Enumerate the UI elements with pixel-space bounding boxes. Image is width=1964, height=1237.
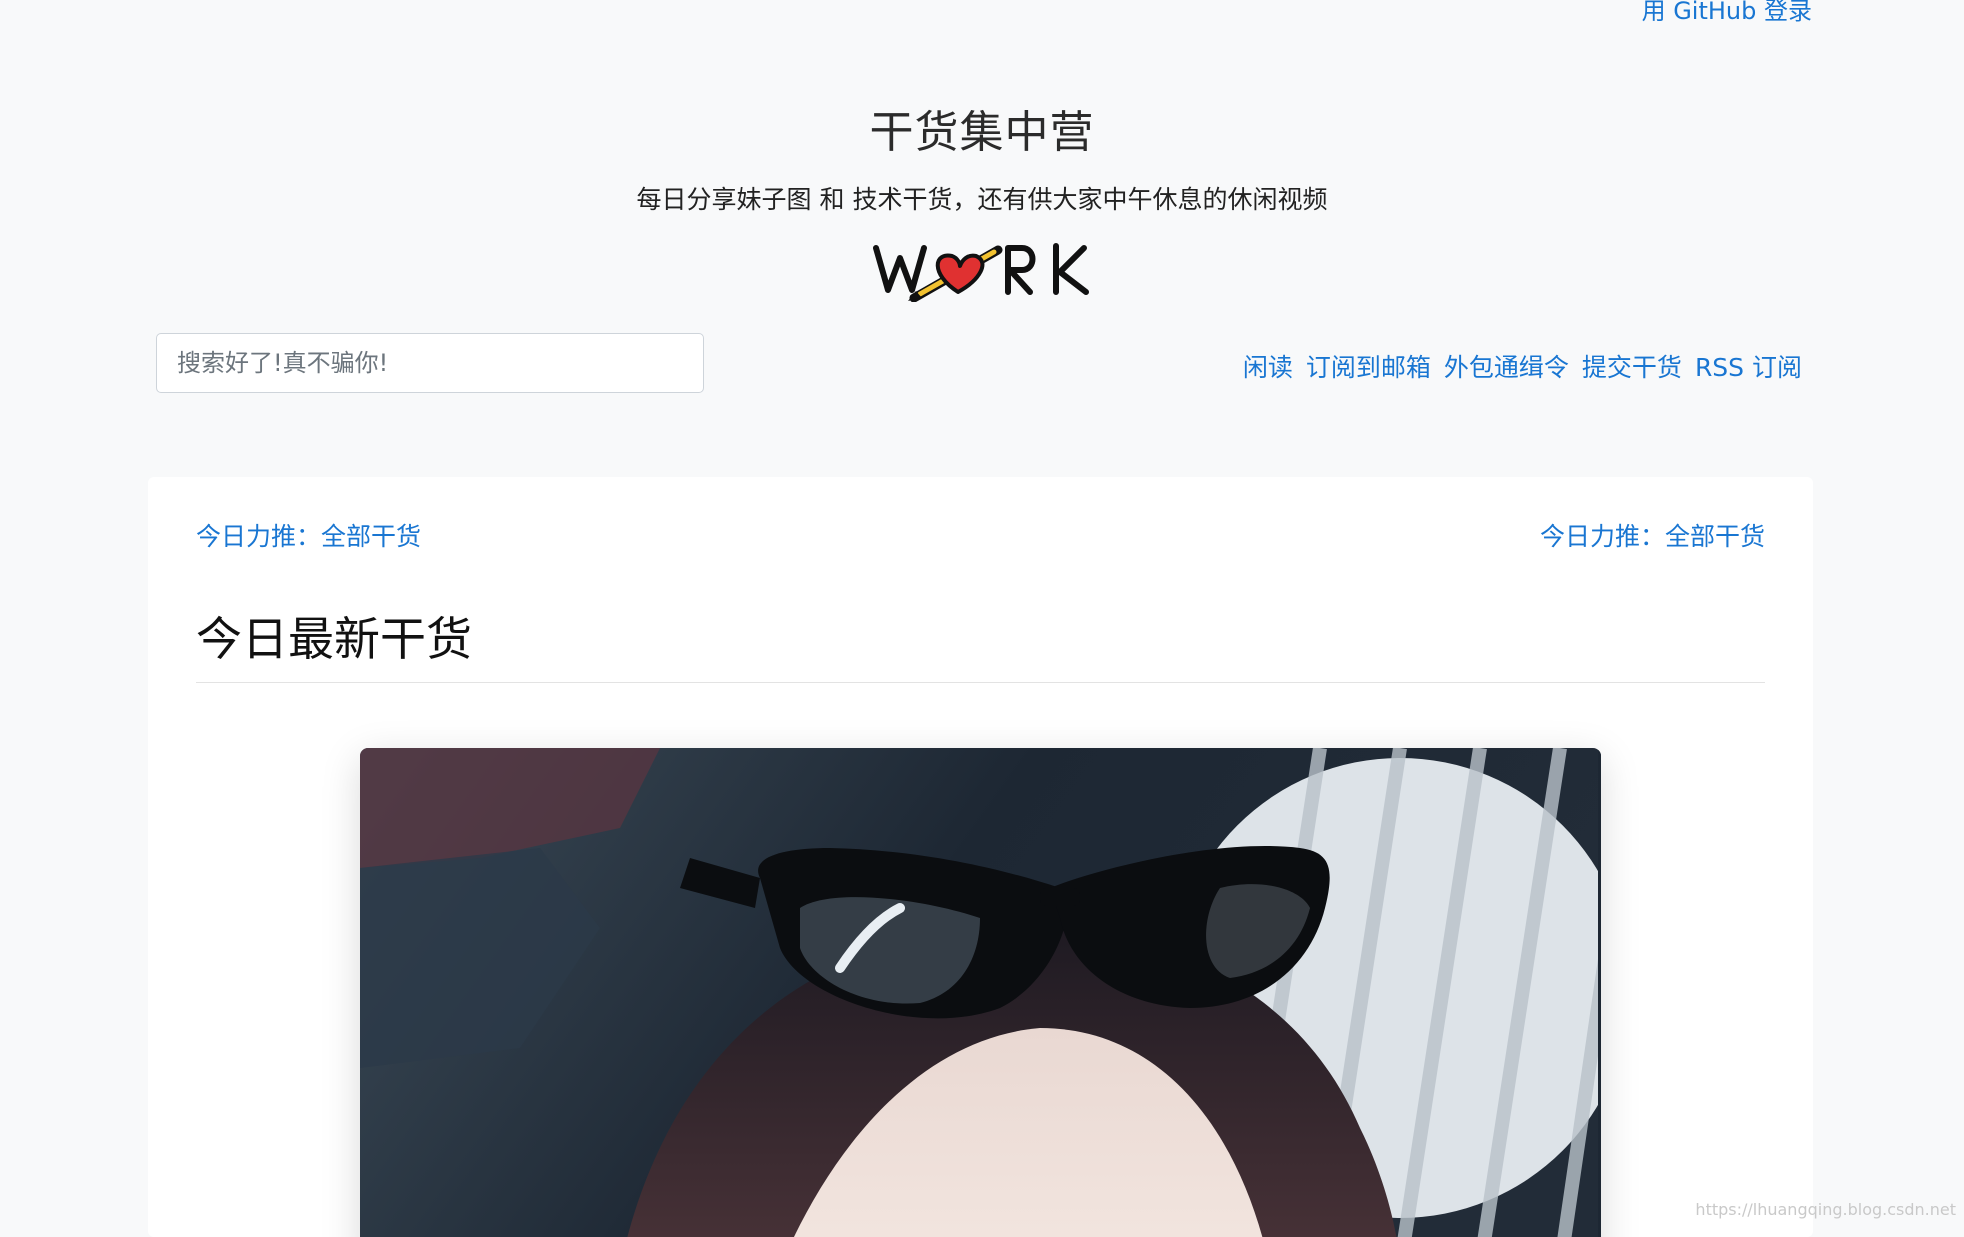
top-nav: 闲读 订阅到邮箱 外包通缉令 提交干货 RSS 订阅 [1243, 348, 1802, 384]
site-subtitle: 每日分享妹子图 和 技术干货，还有供大家中午休息的休闲视频 [636, 185, 1328, 214]
nav-item-outsourcing[interactable]: 外包通缉令 [1444, 348, 1569, 384]
watermark: https://lhuangqing.blog.csdn.net [1695, 1200, 1956, 1219]
nav-item-email-subscribe[interactable]: 订阅到邮箱 [1306, 348, 1431, 384]
promo-link-right[interactable]: 今日力推：全部干货 [1540, 517, 1765, 553]
github-login-link[interactable]: 用 GitHub 登录 [1642, 0, 1812, 26]
divider [196, 682, 1765, 683]
content-card: 今日力推：全部干货 今日力推：全部干货 今日最新干货 [148, 477, 1813, 1237]
section-heading: 今日最新干货 [196, 612, 472, 666]
work-logo-graphic [873, 243, 1089, 303]
promo-link-left[interactable]: 今日力推：全部干货 [196, 517, 421, 553]
featured-photo-image [360, 748, 1601, 1237]
site-title: 干货集中营 [869, 107, 1095, 158]
featured-photo[interactable] [360, 748, 1601, 1237]
work-logo [870, 236, 1096, 303]
nav-item-leisure-reading[interactable]: 闲读 [1243, 348, 1293, 384]
nav-item-rss[interactable]: RSS 订阅 [1695, 348, 1802, 384]
search-input[interactable] [156, 333, 704, 393]
nav-item-submit[interactable]: 提交干货 [1582, 348, 1682, 384]
